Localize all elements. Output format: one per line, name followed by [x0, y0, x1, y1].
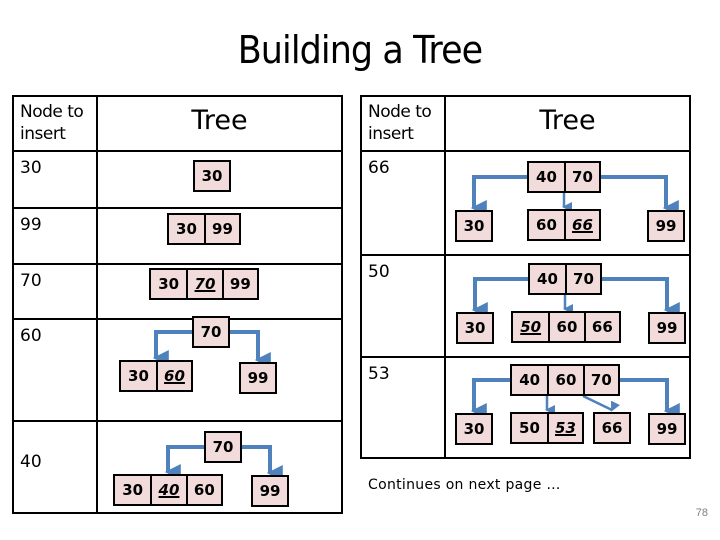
tree-node: 66: [593, 412, 631, 444]
inserted-key: 50: [520, 318, 542, 336]
tree-node: 30 40 60: [113, 474, 223, 506]
node-key: 99: [221, 270, 257, 298]
tree-node: 60 66: [527, 209, 601, 241]
inserted-key: 66: [563, 211, 599, 239]
tree-node: 40 60 70: [510, 364, 620, 396]
slide-title: Building a Tree: [237, 28, 483, 72]
node-key: 70: [212, 438, 234, 456]
inserted-key: 60: [155, 362, 191, 390]
node-key: 60: [185, 476, 221, 504]
node-key: 30: [176, 220, 197, 238]
tree-node: 70: [204, 431, 242, 463]
table-header-row: Node to insert Tree: [14, 97, 341, 152]
node-key: 99: [259, 482, 281, 500]
node-key: 40: [519, 371, 541, 389]
inserted-key: 40: [150, 476, 185, 504]
node-key: 99: [656, 319, 678, 337]
insert-value: 50: [368, 262, 390, 282]
insert-value: 70: [20, 271, 42, 291]
table-header-row: Node to insert Tree: [362, 97, 689, 152]
node-key: 60: [548, 313, 583, 341]
header-tree: Tree: [539, 105, 596, 136]
node-key: 50: [519, 419, 540, 437]
node-key: 99: [656, 420, 678, 438]
inserted-key: 53: [546, 414, 582, 442]
page-number: 78: [695, 507, 708, 519]
node-key: 30: [158, 275, 180, 293]
right-insertion-table: Node to insert Tree 66 50 53: [360, 95, 691, 459]
node-key: 30: [128, 367, 149, 385]
header-node-to-insert: Node to insert: [368, 102, 432, 144]
node-key: 30: [463, 420, 485, 438]
node-key: 30: [464, 319, 486, 337]
tree-node: 50 53: [510, 412, 584, 444]
table-row: 66: [362, 150, 689, 255]
tree-node: 40 70: [527, 161, 601, 193]
tree-node: 30: [455, 210, 493, 242]
node-key: 30: [122, 481, 144, 499]
insert-value: 60: [20, 326, 42, 346]
tree-node: 30: [455, 413, 493, 445]
node-key: 66: [583, 313, 619, 341]
node-key: 70: [582, 366, 618, 394]
insert-value: 40: [20, 452, 42, 472]
left-insertion-table: Node to insert Tree 30 99 70 60 40: [12, 95, 343, 514]
node-key: 60: [536, 216, 557, 234]
node-key: 60: [547, 366, 582, 394]
tree-node: 30 60: [119, 360, 193, 392]
node-key: 70: [200, 323, 222, 341]
tree-node: 30: [456, 312, 494, 344]
tree-node: 30: [193, 160, 231, 192]
tree-node: 70: [192, 316, 230, 348]
table-row: 30: [14, 150, 341, 207]
tree-node: 99: [647, 210, 685, 242]
insert-value: 30: [20, 158, 42, 178]
node-key: 99: [203, 215, 239, 243]
node-key: 99: [247, 369, 269, 387]
tree-node: 40 70: [528, 263, 602, 295]
tree-node: 99: [251, 475, 289, 507]
node-key: 40: [537, 270, 558, 288]
continues-note: Continues on next page …: [368, 477, 561, 493]
node-key: 40: [536, 168, 557, 186]
node-key: 70: [563, 163, 599, 191]
tree-node: 30 70 99: [149, 268, 259, 300]
node-key: 99: [655, 217, 677, 235]
insert-value: 53: [368, 364, 390, 384]
node-key: 70: [564, 265, 600, 293]
header-node-to-insert: Node to insert: [20, 102, 84, 144]
node-key: 66: [601, 419, 623, 437]
tree-node: 99: [648, 312, 686, 344]
insert-value: 66: [368, 158, 390, 178]
tree-node: 99: [239, 362, 277, 394]
header-tree: Tree: [191, 105, 248, 136]
inserted-key: 70: [186, 270, 221, 298]
tree-node: 30 99: [167, 213, 241, 245]
node-key: 30: [463, 217, 485, 235]
tree-node: 50 60 66: [511, 311, 621, 343]
tree-node: 99: [648, 413, 686, 445]
node-key: 30: [201, 167, 223, 185]
insert-value: 99: [20, 215, 42, 235]
